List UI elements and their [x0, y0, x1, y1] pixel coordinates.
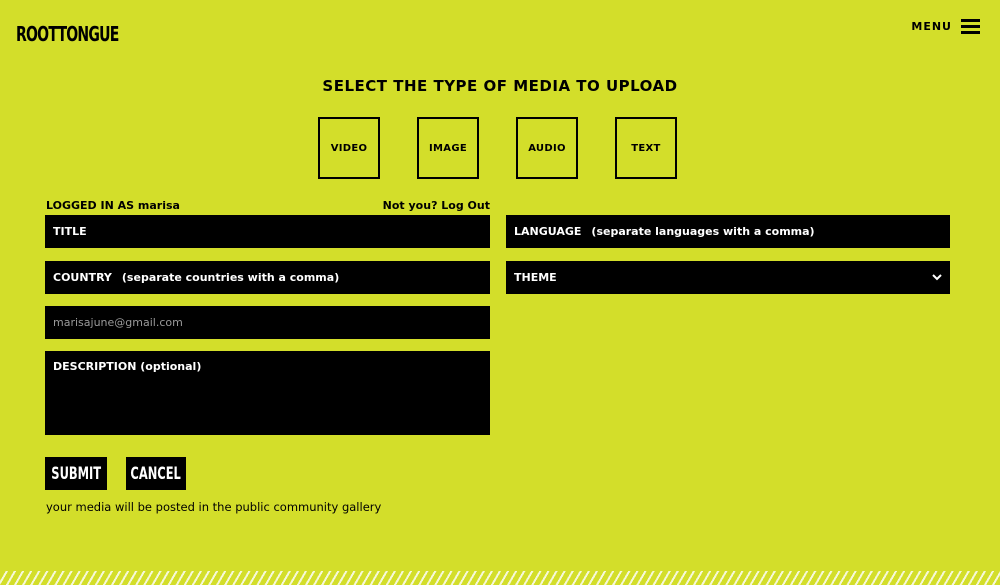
language-label: LANGUAGE [514, 225, 582, 238]
cancel-button[interactable]: CANCEL [126, 457, 186, 490]
language-field[interactable]: LANGUAGE (separate languages with a comm… [506, 215, 950, 248]
theme-select[interactable]: THEME [506, 261, 950, 294]
menu-label: MENU [911, 19, 952, 33]
title-label: TITLE [53, 225, 87, 238]
hamburger-icon [961, 19, 980, 34]
description-textarea[interactable]: DESCRIPTION (optional) [45, 351, 490, 435]
media-type-image-button[interactable]: IMAGE [417, 117, 479, 179]
media-type-video-button[interactable]: VIDEO [318, 117, 380, 179]
site-logo[interactable]: ROOTTONGUE [16, 22, 119, 46]
language-hint: (separate languages with a comma) [591, 225, 815, 238]
chevron-down-icon [932, 274, 942, 281]
email-value: marisajune@gmail.com [53, 316, 183, 329]
menu-button[interactable]: MENU [911, 19, 980, 34]
media-type-text-button[interactable]: TEXT [615, 117, 677, 179]
submit-button[interactable]: SUBMIT [45, 457, 107, 490]
title-field[interactable]: TITLE [45, 215, 490, 248]
country-hint: (separate countries with a comma) [121, 271, 340, 284]
theme-label: THEME [514, 271, 557, 284]
media-type-audio-button[interactable]: AUDIO [516, 117, 578, 179]
page-title: SELECT THE TYPE OF MEDIA TO UPLOAD [322, 77, 678, 95]
country-label: COUNTRY [53, 271, 112, 284]
description-label: DESCRIPTION (optional) [53, 360, 202, 373]
logged-in-status: LOGGED IN AS marisa [46, 199, 180, 212]
submit-label: SUBMIT [51, 463, 101, 484]
footer-stripe [0, 571, 1000, 585]
email-field[interactable]: marisajune@gmail.com [45, 306, 490, 339]
cancel-label: CANCEL [130, 463, 182, 484]
logout-link[interactable]: Not you? Log Out [383, 199, 490, 212]
country-field[interactable]: COUNTRY (separate countries with a comma… [45, 261, 490, 294]
gallery-notice: your media will be posted in the public … [46, 500, 382, 514]
